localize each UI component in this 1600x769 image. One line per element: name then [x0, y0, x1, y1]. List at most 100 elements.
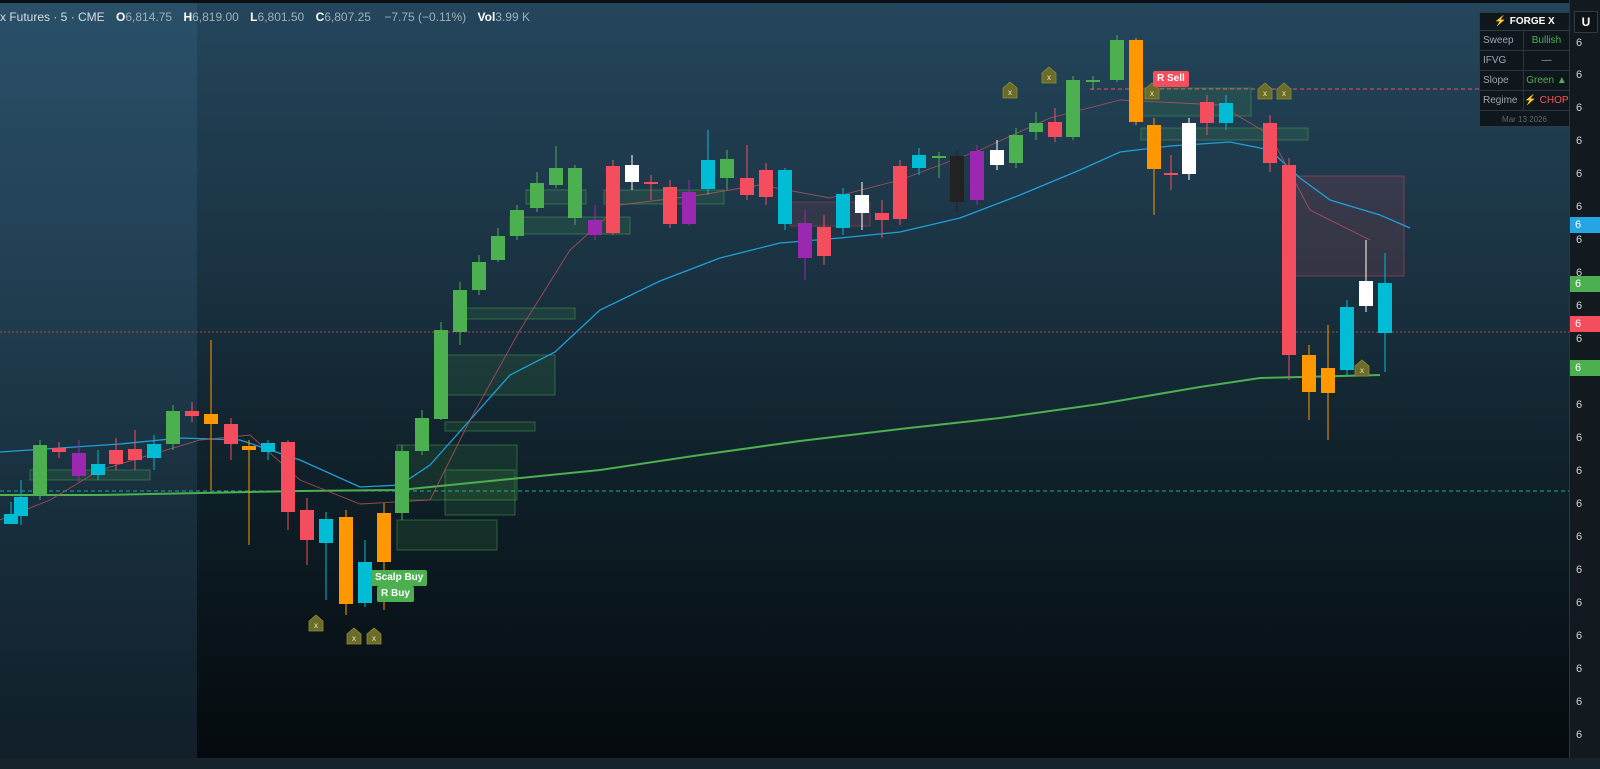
sweep-marker-glyph: x — [352, 634, 356, 643]
candle-body — [817, 227, 831, 256]
low-label: L — [250, 10, 258, 24]
candle — [185, 402, 199, 422]
candle-body — [606, 166, 620, 233]
candle-body — [185, 411, 199, 416]
candle — [395, 445, 409, 520]
price-chart[interactable]: x x x x x x x x x — [0, 0, 1569, 758]
candle-body — [415, 418, 429, 451]
candle-body — [510, 210, 524, 236]
forge-row-sweep: Sweep Bullish — [1480, 31, 1569, 51]
candle — [682, 180, 696, 226]
price-badge: 6 — [1570, 316, 1600, 332]
candle — [300, 498, 314, 565]
price-tick-label: 6 — [1576, 432, 1583, 444]
high-value: 6,819.00 — [192, 10, 239, 24]
candle — [1147, 118, 1161, 215]
forge-x-panel: ⚡ FORGE X Sweep Bullish IFVG — Slope Gree… — [1479, 12, 1570, 127]
forge-row-slope: Slope Green ▲ — [1480, 71, 1569, 91]
price-tick-label: 6 — [1576, 168, 1583, 180]
candle-body — [33, 445, 47, 495]
candle-body — [91, 464, 105, 475]
candle — [109, 438, 123, 470]
candle — [836, 188, 850, 235]
candle — [1110, 35, 1124, 82]
low-value: 6,801.50 — [257, 10, 305, 24]
forge-panel-title: ⚡ FORGE X — [1480, 13, 1569, 31]
candle-body — [644, 182, 658, 184]
symbol-label[interactable]: x Futures · 5 · CME — [0, 10, 105, 24]
volume-value: 3.99 K — [495, 10, 530, 24]
open-label: O — [116, 10, 126, 24]
sweep-marker-glyph: x — [1263, 89, 1267, 98]
candle-body — [1066, 80, 1080, 137]
price-tick-label: 6 — [1576, 201, 1583, 213]
candle — [875, 200, 889, 238]
candle-body — [1086, 80, 1100, 82]
price-axis[interactable]: 66666666666666666666666666 — [1569, 0, 1600, 758]
change-value: −7.75 (−0.11%) — [384, 10, 467, 24]
candle-body — [1182, 123, 1196, 174]
candle — [530, 172, 544, 212]
price-tick-label: 6 — [1576, 37, 1583, 49]
forge-row-value: Green ▲ — [1526, 75, 1567, 86]
candle-body — [549, 168, 563, 185]
candle — [261, 440, 275, 460]
axis-unit-button[interactable]: U — [1574, 11, 1598, 33]
sweep-marker-glyph: x — [1360, 366, 1364, 375]
candle — [204, 340, 218, 490]
candle-body — [836, 194, 850, 228]
candle-body — [701, 160, 715, 189]
fvg-box — [444, 421, 536, 432]
candle — [1182, 118, 1196, 180]
candle — [1263, 115, 1277, 172]
candle — [453, 282, 467, 345]
candle — [1048, 108, 1062, 142]
price-tick-label: 6 — [1576, 399, 1583, 411]
ema-slow-line — [0, 374, 1381, 496]
candle-body — [242, 446, 256, 450]
candle — [588, 205, 602, 240]
candle — [759, 163, 773, 205]
fvg-box — [1140, 127, 1309, 141]
candle — [1321, 325, 1335, 440]
candle — [568, 165, 582, 225]
sweep-marker-glyph: x — [1047, 73, 1051, 82]
candle — [1029, 112, 1043, 140]
price-tick-label: 6 — [1576, 498, 1583, 510]
candle-body — [261, 443, 275, 452]
candle-body — [1200, 102, 1214, 123]
price-tick-label: 6 — [1576, 333, 1583, 345]
forge-row-value: ⚡ CHOP — [1524, 91, 1569, 110]
candle — [52, 442, 66, 458]
open-value: 6,814.75 — [125, 10, 173, 24]
candle-body — [1219, 103, 1233, 123]
time-axis[interactable] — [0, 758, 1600, 769]
candle-body — [14, 497, 28, 516]
regime-value: CHOP — [1539, 95, 1569, 106]
candle-body — [491, 236, 505, 260]
fvg-box — [464, 307, 576, 320]
candle-body — [300, 510, 314, 540]
sweep-marker: x — [308, 614, 324, 632]
candle-body — [1164, 173, 1178, 175]
candle-body — [1009, 135, 1023, 163]
candle-body — [358, 562, 372, 603]
candle-body — [778, 170, 792, 224]
candle-body — [1110, 40, 1124, 80]
candle — [358, 540, 372, 607]
candle — [472, 255, 486, 295]
candle-body — [147, 444, 161, 458]
close-value: 6,807.25 — [324, 10, 371, 24]
sweep-marker: x — [1041, 66, 1057, 84]
candle-body — [319, 519, 333, 543]
candle-body — [759, 170, 773, 197]
volume-label: Vol — [477, 10, 496, 24]
forge-row-label: Slope — [1480, 71, 1524, 90]
candle — [606, 160, 620, 235]
candle — [166, 405, 180, 450]
price-tick-label: 6 — [1576, 729, 1583, 741]
candle-body — [224, 424, 238, 444]
candle-body — [855, 195, 869, 213]
fvg-box — [396, 519, 498, 551]
candle-body — [932, 156, 946, 158]
